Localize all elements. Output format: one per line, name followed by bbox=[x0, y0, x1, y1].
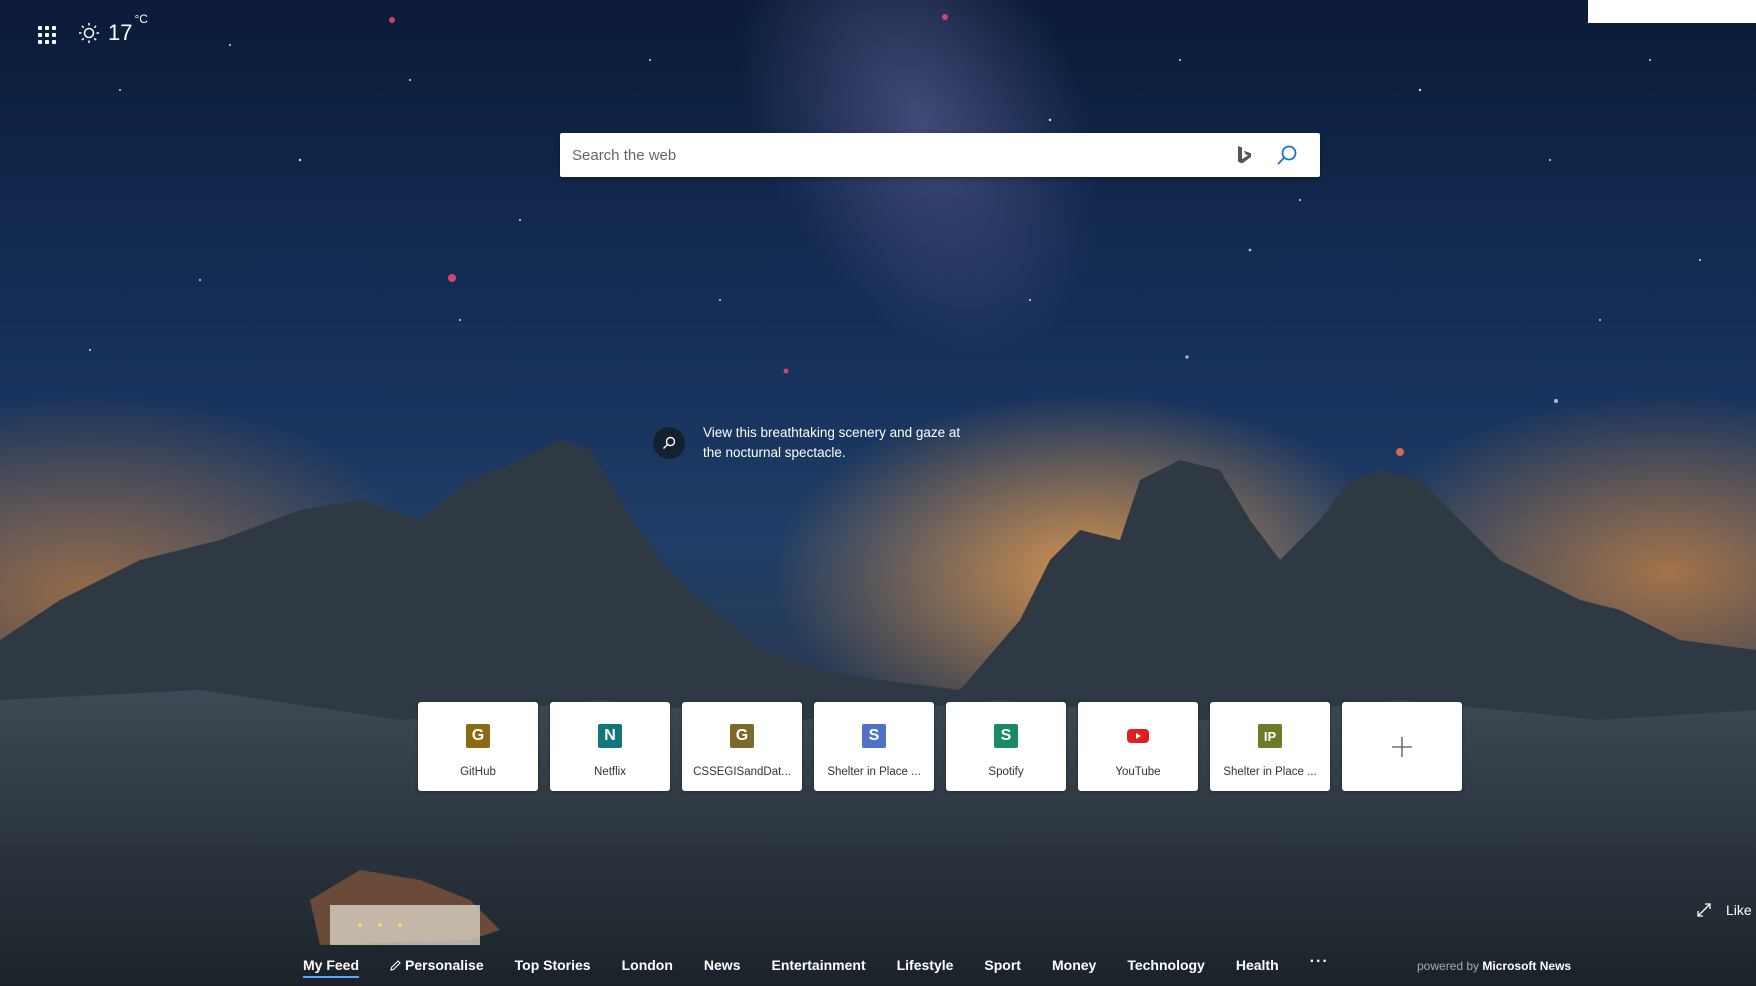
grid-dot bbox=[52, 26, 56, 30]
image-caption: View this breathtaking scenery and gaze … bbox=[653, 423, 973, 463]
quick-link-tile[interactable]: IP Shelter in Place ... bbox=[1210, 702, 1330, 791]
grid-dot bbox=[52, 40, 56, 44]
feed-navigation: My Feed Personalise Top Stories London N… bbox=[303, 953, 1329, 978]
quick-link-tile[interactable]: YouTube bbox=[1078, 702, 1198, 791]
quick-link-label: GitHub bbox=[460, 766, 496, 778]
search-input[interactable] bbox=[560, 133, 1224, 177]
grid-dot bbox=[38, 26, 42, 30]
nav-item-technology[interactable]: Technology bbox=[1127, 957, 1205, 973]
more-menu-button[interactable]: ··· bbox=[1310, 953, 1329, 971]
account-panel[interactable] bbox=[1588, 0, 1756, 23]
quick-link-label: Spotify bbox=[988, 766, 1024, 778]
quick-link-label: Shelter in Place ... bbox=[827, 766, 921, 778]
weather-widget[interactable]: 17°C bbox=[78, 12, 148, 46]
grid-dot bbox=[38, 33, 42, 37]
nav-item-label: Personalise bbox=[405, 957, 484, 973]
site-letter-icon: IP bbox=[1258, 724, 1282, 748]
expand-icon[interactable] bbox=[1696, 902, 1712, 918]
search-box bbox=[560, 133, 1320, 177]
grid-dot bbox=[52, 33, 56, 37]
quick-link-label: CSSEGISandDat... bbox=[693, 766, 791, 778]
quick-link-label: Netflix bbox=[594, 766, 626, 778]
site-letter-icon: G bbox=[730, 724, 754, 748]
grid-dot bbox=[45, 40, 49, 44]
image-actions: Like bbox=[1696, 902, 1752, 918]
quick-link-label: YouTube bbox=[1115, 766, 1161, 778]
quick-link-tile[interactable]: G GitHub bbox=[418, 702, 538, 791]
sun-icon bbox=[79, 23, 99, 43]
nav-item-london[interactable]: London bbox=[622, 957, 673, 973]
site-letter-icon: S bbox=[994, 724, 1018, 748]
nav-item-top-stories[interactable]: Top Stories bbox=[515, 957, 591, 973]
pencil-icon bbox=[390, 959, 401, 971]
microsoft-news-brand[interactable]: Microsoft News bbox=[1482, 959, 1571, 973]
quick-link-tile[interactable]: G CSSEGISandDat... bbox=[682, 702, 802, 791]
temperature-unit: °C bbox=[134, 12, 148, 26]
youtube-icon bbox=[1127, 729, 1149, 743]
powered-by-prefix: powered by bbox=[1417, 959, 1480, 973]
plus-icon bbox=[1392, 736, 1412, 757]
nav-item-entertainment[interactable]: Entertainment bbox=[771, 957, 865, 973]
search-icon bbox=[663, 436, 676, 449]
site-letter-icon: G bbox=[466, 724, 490, 748]
quick-links: G GitHub N Netflix G CSSEGISandDat... S … bbox=[418, 702, 1462, 791]
nav-item-my-feed[interactable]: My Feed bbox=[303, 957, 360, 978]
powered-by-label: powered by Microsoft News bbox=[1417, 959, 1571, 973]
grid-dot bbox=[45, 26, 49, 30]
visual-search-button[interactable] bbox=[653, 427, 685, 459]
quick-link-label: Shelter in Place ... bbox=[1223, 766, 1317, 778]
apps-launcher-button[interactable] bbox=[38, 26, 56, 44]
temperature-value: 17 bbox=[108, 20, 133, 45]
site-letter-icon: N bbox=[598, 724, 622, 748]
nav-item-personalise[interactable]: Personalise bbox=[390, 957, 484, 973]
grid-dot bbox=[38, 40, 42, 44]
caption-text[interactable]: View this breathtaking scenery and gaze … bbox=[703, 423, 973, 463]
search-icon[interactable] bbox=[1276, 144, 1298, 166]
site-letter-icon: S bbox=[862, 724, 886, 748]
nav-item-lifestyle[interactable]: Lifestyle bbox=[897, 957, 954, 973]
nav-item-news[interactable]: News bbox=[704, 957, 741, 973]
grid-dot bbox=[45, 33, 49, 37]
nav-item-sport[interactable]: Sport bbox=[984, 957, 1021, 973]
nav-item-health[interactable]: Health bbox=[1236, 957, 1279, 973]
like-button[interactable]: Like bbox=[1726, 902, 1752, 918]
bing-logo-icon bbox=[1238, 146, 1251, 164]
nav-item-money[interactable]: Money bbox=[1052, 957, 1096, 973]
quick-link-tile[interactable]: S Shelter in Place ... bbox=[814, 702, 934, 791]
quick-link-tile[interactable]: N Netflix bbox=[550, 702, 670, 791]
add-quick-link-button[interactable] bbox=[1342, 702, 1462, 791]
quick-link-tile[interactable]: S Spotify bbox=[946, 702, 1066, 791]
